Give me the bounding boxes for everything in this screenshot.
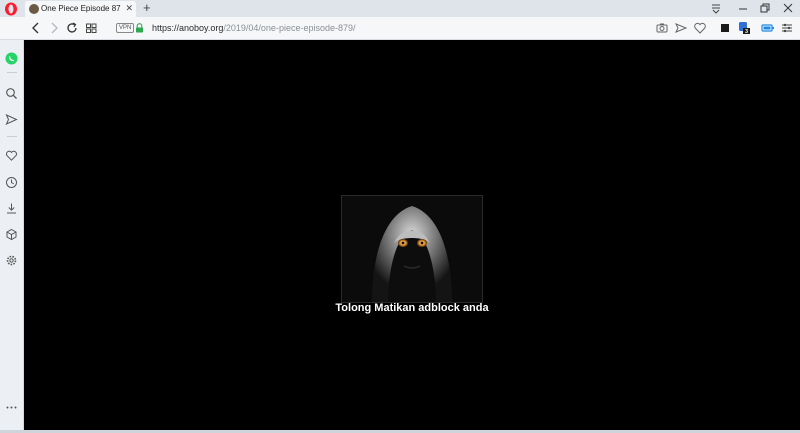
adblock-message: Tolong Matikan adblock anda: [335, 302, 489, 314]
vpn-button[interactable]: VPN: [116, 23, 135, 33]
camera-icon[interactable]: [655, 21, 669, 35]
browser-window: One Piece Episode 879 Sub ✕ +: [0, 0, 800, 433]
tab-close-button[interactable]: ✕: [125, 2, 133, 14]
tab-favicon-icon: [29, 4, 39, 14]
settings-icon[interactable]: [5, 254, 18, 267]
reload-button[interactable]: [65, 20, 79, 36]
new-tab-button[interactable]: +: [143, 0, 151, 16]
heart-icon[interactable]: [693, 21, 707, 35]
address-toolbar: VPN https://anoboy.org/2019/04/one-piece…: [0, 17, 800, 40]
lock-icon[interactable]: [135, 23, 144, 33]
send-icon[interactable]: [674, 21, 688, 35]
whatsapp-icon[interactable]: [5, 52, 18, 65]
close-window-button[interactable]: [778, 0, 798, 17]
extension-badge: 3: [745, 29, 748, 35]
menu-icon[interactable]: [780, 21, 794, 35]
restore-button[interactable]: [755, 0, 775, 17]
ghost-image: [341, 195, 483, 303]
forward-button[interactable]: [47, 20, 61, 36]
address-field[interactable]: https://anoboy.org/2019/04/one-piece-epi…: [152, 22, 356, 34]
history-icon[interactable]: [5, 176, 18, 189]
tab-menu-icon[interactable]: [706, 0, 726, 17]
page-content: Tolong Matikan adblock anda: [24, 40, 800, 430]
minimize-button[interactable]: [733, 0, 753, 17]
speed-dial-icon[interactable]: [84, 20, 98, 36]
battery-icon[interactable]: [761, 21, 775, 35]
active-tab[interactable]: One Piece Episode 879 Sub ✕: [25, 1, 136, 17]
back-button[interactable]: [29, 20, 43, 36]
search-icon[interactable]: [5, 87, 18, 100]
heart-icon[interactable]: [5, 149, 18, 162]
sidebar-divider: [7, 136, 17, 137]
tab-bar: One Piece Episode 879 Sub ✕ +: [0, 0, 800, 17]
url-path: /2019/04/one-piece-episode-879/: [223, 23, 356, 33]
url-host: https://anoboy.org: [152, 23, 224, 33]
stop-icon[interactable]: [718, 21, 732, 35]
tab-title: One Piece Episode 879 Sub: [41, 4, 121, 13]
download-icon[interactable]: [5, 202, 18, 215]
extension-icon[interactable]: 3: [737, 21, 751, 35]
sidebar: [0, 40, 24, 433]
more-icon[interactable]: [5, 401, 18, 414]
opera-logo-icon[interactable]: [4, 2, 18, 16]
send-icon[interactable]: [5, 113, 18, 126]
cube-icon[interactable]: [5, 228, 18, 241]
sidebar-divider: [7, 72, 17, 73]
